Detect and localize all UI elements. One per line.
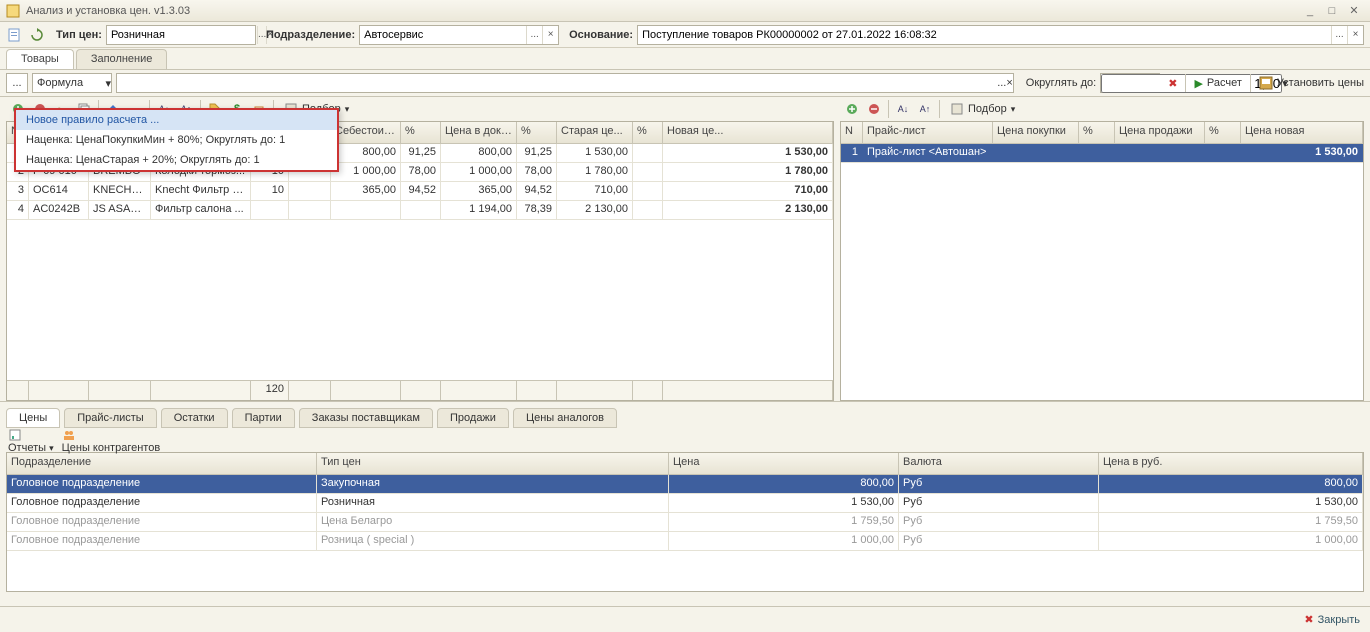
r-sort-az-icon[interactable]: A↓	[893, 99, 913, 119]
formula-text[interactable]	[117, 76, 997, 91]
bottom-toolbar: Отчеты ▾ Цены контрагентов	[6, 430, 1364, 452]
formula-main-clear[interactable]: ×	[1006, 77, 1012, 89]
btab-lots[interactable]: Партии	[232, 408, 295, 428]
play-icon: ▶	[1194, 77, 1202, 90]
price-type-input[interactable]	[107, 26, 257, 44]
app-icon	[6, 4, 20, 18]
dropdown-new-rule[interactable]: Новое правило расчета ...	[16, 110, 337, 130]
rcol-pricelist[interactable]: Прайс-лист	[863, 122, 993, 143]
dept-combo[interactable]: ... ×	[359, 25, 559, 45]
col-docprice[interactable]: Цена в доку...	[441, 122, 517, 143]
rcol-buy[interactable]: Цена покупки	[993, 122, 1079, 143]
btab-pricelists[interactable]: Прайс-листы	[64, 408, 156, 428]
document-icon[interactable]	[6, 26, 24, 44]
formula-menu-button[interactable]: ...	[6, 73, 28, 93]
basis-combo[interactable]: ... ×	[637, 25, 1364, 45]
btab-sales[interactable]: Продажи	[437, 408, 509, 428]
tab-goods[interactable]: Товары	[6, 49, 74, 69]
col-cost[interactable]: Себестоим...	[331, 122, 401, 143]
table-row[interactable]: 4AC0242BJS ASAKA...Фильтр салона ...1 19…	[7, 201, 833, 220]
round-label: Округлять до:	[1026, 77, 1096, 89]
btab-supplier-orders[interactable]: Заказы поставщикам	[299, 408, 433, 428]
col-oldprice[interactable]: Старая це...	[557, 122, 633, 143]
formula-label: Формула	[33, 77, 105, 89]
r-add-icon[interactable]	[842, 99, 862, 119]
rcol-sell[interactable]: Цена продажи	[1115, 122, 1205, 143]
footer-stock: 120	[251, 381, 289, 400]
basis-clear[interactable]: ×	[1347, 26, 1363, 44]
dept-dots[interactable]: ...	[526, 26, 542, 44]
table-row[interactable]: 1Прайс-лист <Автошан>1 530,00	[841, 144, 1363, 163]
main-tabs: Товары Заполнение	[0, 48, 1370, 70]
rcol-pct2[interactable]: %	[1205, 122, 1241, 143]
maximize-button[interactable]: □	[1322, 3, 1342, 19]
rcol-new[interactable]: Цена новая	[1241, 122, 1363, 143]
rcol-n[interactable]: N	[841, 122, 863, 143]
table-row[interactable]: Головное подразделениеРозничная1 530,00Р…	[7, 494, 1363, 513]
bottom-grid: Подразделение Тип цен Цена Валюта Цена в…	[6, 452, 1364, 592]
right-grid: N Прайс-лист Цена покупки % Цена продажи…	[840, 121, 1364, 401]
table-row[interactable]: Головное подразделениеЦена Белагро1 759,…	[7, 513, 1363, 532]
bcol-price[interactable]: Цена	[669, 453, 899, 474]
formula-label-combo[interactable]: Формула ▾	[32, 73, 112, 93]
set-prices-button[interactable]: Установить цены	[1277, 77, 1364, 89]
filter-bar: Тип цен: ... × Подразделение: ... × Осно…	[0, 22, 1370, 48]
col-pct3[interactable]: %	[633, 122, 663, 143]
title-bar: Анализ и установка цен. v1.3.03 _ □ ✕	[0, 0, 1370, 22]
formula-dropdown-icon[interactable]: ▾	[105, 77, 111, 90]
btab-stocks[interactable]: Остатки	[161, 408, 228, 428]
r-remove-icon[interactable]	[864, 99, 884, 119]
table-row[interactable]: Головное подразделениеРозница ( special …	[7, 532, 1363, 551]
formula-bar: ... Формула ▾ ... × Округлять до: ▾ ✖ ▶ …	[0, 70, 1370, 96]
bcol-dept[interactable]: Подразделение	[7, 453, 317, 474]
col-newprice[interactable]: Новая це...	[663, 122, 833, 143]
selection-button-right[interactable]: Подбор ▾	[944, 99, 1021, 119]
table-row[interactable]: 3OC614KNECHT/...Knecht Фильтр м...10365,…	[7, 182, 833, 201]
dropdown-markup2[interactable]: Наценка: ЦенаСтарая + 20%; Округлять до:…	[16, 150, 337, 170]
btab-prices[interactable]: Цены	[6, 408, 60, 428]
col-pct1[interactable]: %	[401, 122, 441, 143]
tab-fill[interactable]: Заполнение	[76, 49, 168, 69]
r-sort-za-icon[interactable]: A↑	[915, 99, 935, 119]
formula-main-input[interactable]: ... ×	[116, 73, 1014, 93]
price-type-dots[interactable]: ...	[257, 26, 266, 44]
close-window-button[interactable]: ✖ Закрыть	[1304, 613, 1360, 626]
price-type-combo[interactable]: ... ×	[106, 25, 256, 45]
btab-analog-prices[interactable]: Цены аналогов	[513, 408, 617, 428]
counterparty-prices-button[interactable]: Цены контрагентов	[62, 428, 161, 454]
round-input-wrap[interactable]: ▾	[1100, 73, 1160, 93]
reports-button[interactable]: Отчеты ▾	[8, 428, 54, 454]
dept-input[interactable]	[360, 26, 526, 44]
formula-main-dots[interactable]: ...	[997, 77, 1006, 89]
formula-dropdown-menu: Новое правило расчета ... Наценка: ЦенаП…	[14, 108, 339, 172]
table-row[interactable]: Головное подразделениеЗакупочная800,00Ру…	[7, 475, 1363, 494]
bottom-tabs: Цены Прайс-листы Остатки Партии Заказы п…	[6, 408, 1364, 428]
basis-label: Основание:	[569, 29, 633, 41]
footer-bar: ✖ Закрыть	[0, 606, 1370, 632]
dropdown-markup1[interactable]: Наценка: ЦенаПокупкиМин + 80%; Округлять…	[16, 130, 337, 150]
dept-clear[interactable]: ×	[542, 26, 558, 44]
round-input[interactable]	[1101, 74, 1282, 93]
rcol-pct[interactable]: %	[1079, 122, 1115, 143]
bcol-pricerub[interactable]: Цена в руб.	[1099, 453, 1363, 474]
save-prices-icon	[1259, 76, 1273, 90]
price-type-label: Тип цен:	[56, 29, 102, 41]
basis-input[interactable]	[638, 26, 1331, 44]
delete-icon[interactable]: ✖	[1168, 77, 1177, 90]
close-button[interactable]: ✕	[1344, 3, 1364, 19]
bcol-pricetype[interactable]: Тип цен	[317, 453, 669, 474]
minimize-button[interactable]: _	[1300, 3, 1320, 19]
refresh-icon[interactable]	[28, 26, 46, 44]
window-title: Анализ и установка цен. v1.3.03	[26, 5, 1300, 17]
basis-dots[interactable]: ...	[1331, 26, 1347, 44]
col-pct2[interactable]: %	[517, 122, 557, 143]
right-toolbar: A↓ A↑ Подбор ▾	[840, 97, 1364, 121]
dept-label: Подразделение:	[266, 29, 355, 41]
calc-button[interactable]: Расчет	[1207, 77, 1242, 89]
bcol-currency[interactable]: Валюта	[899, 453, 1099, 474]
